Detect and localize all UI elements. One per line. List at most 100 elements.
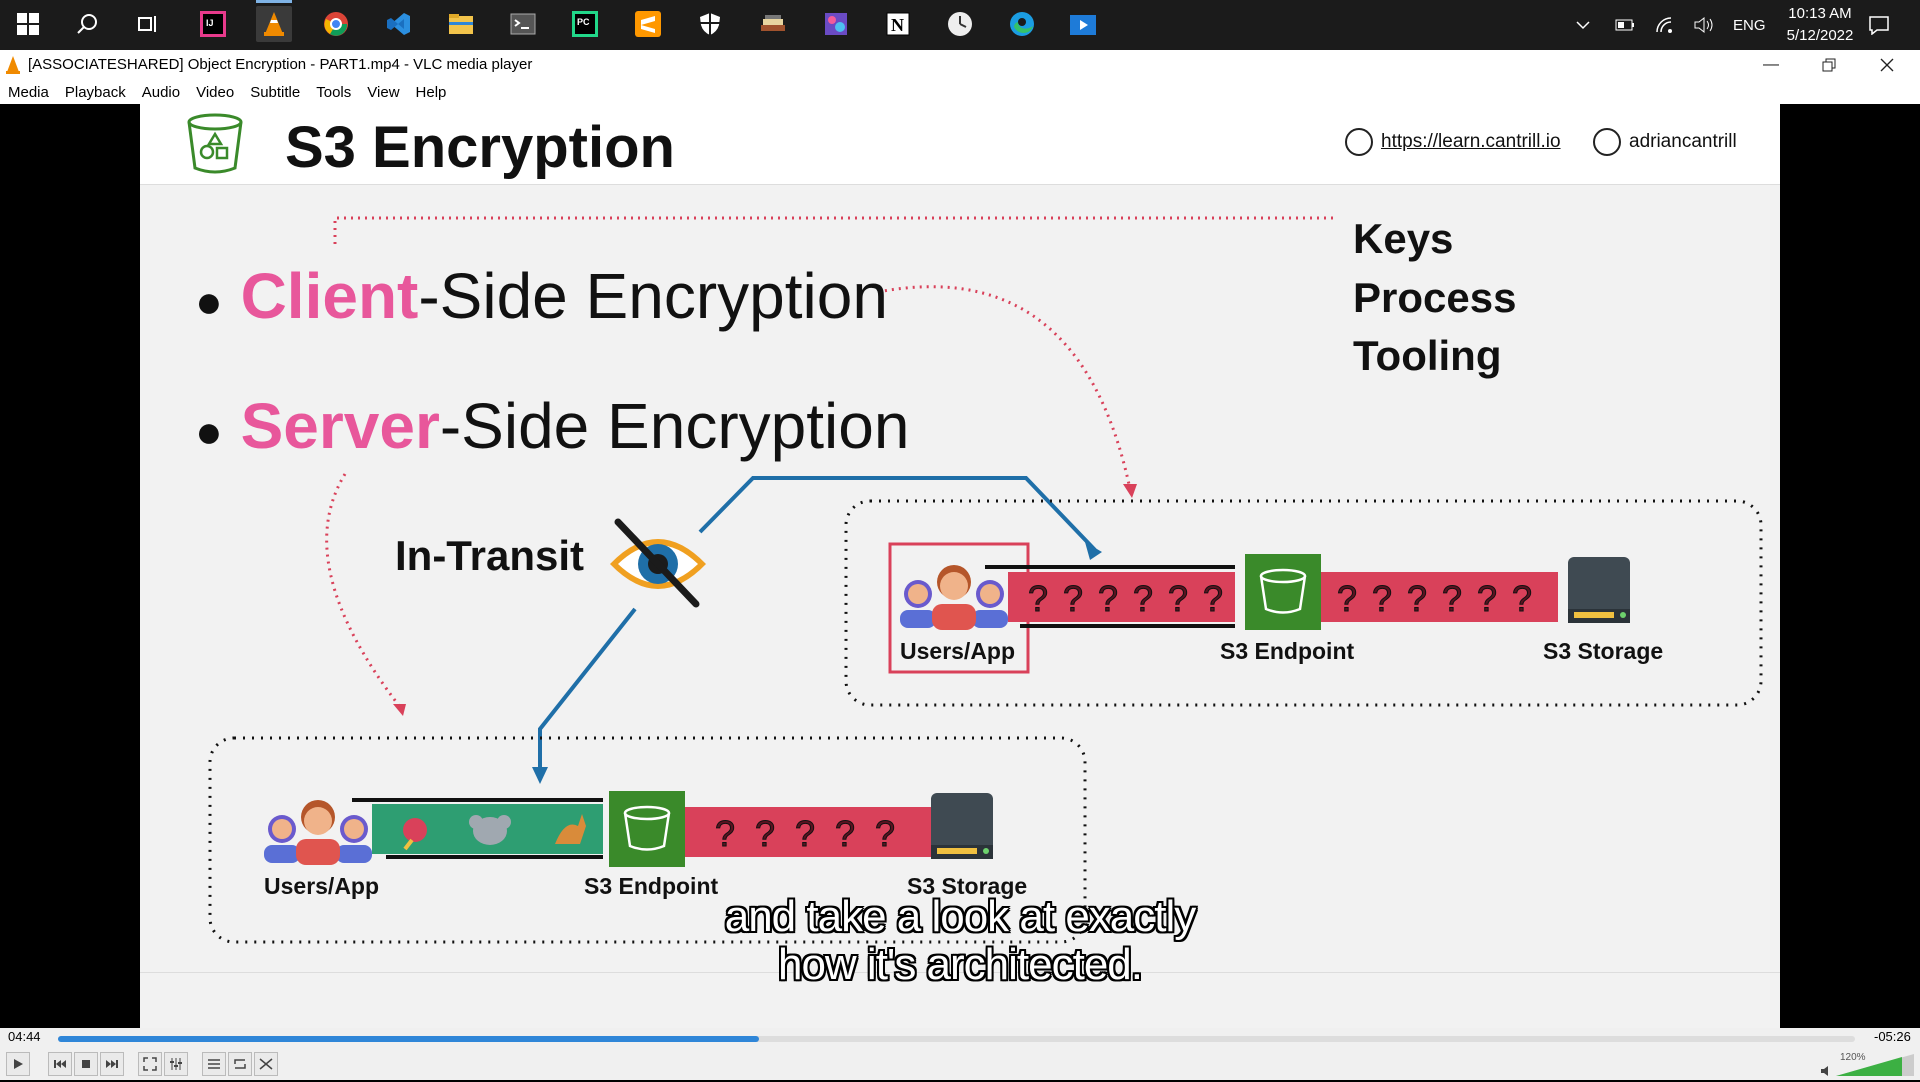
menu-media[interactable]: Media	[0, 84, 57, 101]
elapsed-time: 04:44	[8, 1029, 41, 1044]
clock-app-icon[interactable]	[942, 6, 978, 42]
notion-icon[interactable]: N	[880, 6, 916, 42]
playback-controls: 04:44 -05:26 120%	[0, 1028, 1920, 1080]
users-icon-top	[900, 565, 1008, 630]
client-highlight: Client	[240, 260, 419, 332]
search-icon[interactable]	[70, 6, 106, 42]
intellij-icon[interactable]: IJ	[195, 6, 231, 42]
svg-text:?: ?	[875, 813, 895, 854]
playlist-button[interactable]	[202, 1052, 226, 1076]
menu-tools[interactable]: Tools	[308, 84, 359, 101]
security-shield-icon[interactable]	[692, 6, 728, 42]
pycharm-icon[interactable]: PC	[567, 6, 603, 42]
process-label: Process	[1353, 274, 1517, 321]
top-users-label: Users/App	[900, 638, 1016, 664]
menu-subtitle[interactable]: Subtitle	[242, 84, 308, 101]
clock-date: 5/12/2022	[1786, 27, 1854, 44]
svg-text:?: ?	[1337, 578, 1357, 619]
volume-icon[interactable]	[1693, 0, 1715, 50]
svg-text:?: ?	[1098, 578, 1118, 619]
restore-button[interactable]	[1800, 50, 1858, 80]
window-title: [ASSOCIATESHARED] Object Encryption - PA…	[28, 56, 533, 73]
seek-bar[interactable]	[58, 1036, 1855, 1042]
menu-audio[interactable]: Audio	[134, 84, 188, 101]
menu-video[interactable]: Video	[188, 84, 242, 101]
volume-percent: 120%	[1840, 1052, 1866, 1063]
clock[interactable]: 10:13 AM 5/12/2022	[1770, 3, 1870, 47]
vlc-icon[interactable]	[256, 0, 292, 42]
language-indicator[interactable]: ENG	[1733, 0, 1766, 50]
svg-text:?: ?	[755, 813, 775, 854]
svg-text:?: ?	[715, 813, 735, 854]
svg-text:?: ?	[1168, 578, 1188, 619]
clock-time: 10:13 AM	[1788, 5, 1852, 22]
svg-text:?: ?	[1028, 578, 1048, 619]
bullet-dot-icon: ●	[195, 275, 223, 328]
bullet-client-side: ● Client-Side Encryption	[195, 259, 888, 333]
svg-text:?: ?	[1442, 578, 1462, 619]
minimize-button[interactable]: —	[1742, 50, 1800, 80]
keys-label: Keys	[1353, 215, 1454, 262]
shuffle-button[interactable]	[254, 1052, 278, 1076]
tooling-label: Tooling	[1353, 332, 1502, 379]
menu-help[interactable]: Help	[408, 84, 455, 101]
users-icon-bottom	[264, 800, 372, 865]
subtitle-line-1: and take a look at exactly	[724, 892, 1197, 941]
fullscreen-button[interactable]	[138, 1052, 162, 1076]
svg-text:?: ?	[1133, 578, 1153, 619]
remaining-time: -05:26	[1874, 1029, 1911, 1044]
menu-bar: Media Playback Audio Video Subtitle Tool…	[0, 80, 1920, 104]
sublime-icon[interactable]	[630, 6, 666, 42]
svg-text:?: ?	[1063, 578, 1083, 619]
svg-text:?: ?	[1477, 578, 1497, 619]
eye-slash-icon	[610, 518, 706, 608]
media-player-icon[interactable]	[1065, 6, 1101, 42]
wifi-icon[interactable]	[1655, 0, 1675, 50]
svg-text:?: ?	[1512, 578, 1532, 619]
svg-text:PC: PC	[577, 17, 590, 27]
seek-progress	[58, 1036, 759, 1042]
window-titlebar: [ASSOCIATESHARED] Object Encryption - PA…	[0, 50, 1920, 80]
loop-button[interactable]	[228, 1052, 252, 1076]
client-rest: -Side Encryption	[418, 260, 888, 332]
play-button[interactable]	[6, 1052, 30, 1076]
file-explorer-icon[interactable]	[443, 6, 479, 42]
menu-playback[interactable]: Playback	[57, 84, 134, 101]
svg-text:?: ?	[1372, 578, 1392, 619]
vlc-icon	[6, 56, 20, 74]
top-storage-label: S3 Storage	[1543, 638, 1664, 664]
svg-text:?: ?	[1407, 578, 1427, 619]
stop-button[interactable]	[74, 1052, 98, 1076]
server-highlight: Server	[240, 390, 440, 462]
svg-text:IJ: IJ	[206, 18, 214, 28]
menu-view[interactable]: View	[359, 84, 407, 101]
previous-button[interactable]	[48, 1052, 72, 1076]
chrome-icon[interactable]	[318, 6, 354, 42]
volume-slider[interactable]: 120%	[1836, 1052, 1914, 1076]
bullet-dot-icon: ●	[195, 405, 223, 458]
subtitle-line-2: how it's architected.	[777, 940, 1143, 989]
svg-text:?: ?	[1203, 578, 1223, 619]
task-view-icon[interactable]	[130, 6, 166, 42]
windows-start-icon[interactable]	[10, 6, 46, 42]
svg-text:?: ?	[795, 813, 815, 854]
speaker-icon[interactable]	[1820, 1064, 1832, 1082]
next-button[interactable]	[100, 1052, 124, 1076]
terminal-icon[interactable]	[505, 6, 541, 42]
books-icon[interactable]	[755, 6, 791, 42]
in-transit-label: In-Transit	[395, 532, 585, 579]
video-area[interactable]: S3 Encryption https://learn.cantrill.io …	[0, 104, 1920, 1028]
photos-icon[interactable]	[818, 6, 854, 42]
windows-taskbar: IJ PC N ENG 10:13 AM 5/12/2022	[0, 0, 1920, 50]
notifications-icon[interactable]	[1868, 0, 1890, 50]
show-hidden-icons-icon[interactable]	[1575, 0, 1591, 50]
close-button[interactable]	[1858, 50, 1916, 80]
svg-text:?: ?	[835, 813, 855, 854]
bullet-server-side: ● Server-Side Encryption	[195, 389, 909, 463]
top-endpoint-label: S3 Endpoint	[1220, 638, 1355, 664]
vscode-icon[interactable]	[380, 6, 416, 42]
battery-icon[interactable]	[1615, 0, 1635, 50]
slide: S3 Encryption https://learn.cantrill.io …	[140, 104, 1780, 1028]
edge-icon[interactable]	[1004, 6, 1040, 42]
extended-settings-button[interactable]	[164, 1052, 188, 1076]
